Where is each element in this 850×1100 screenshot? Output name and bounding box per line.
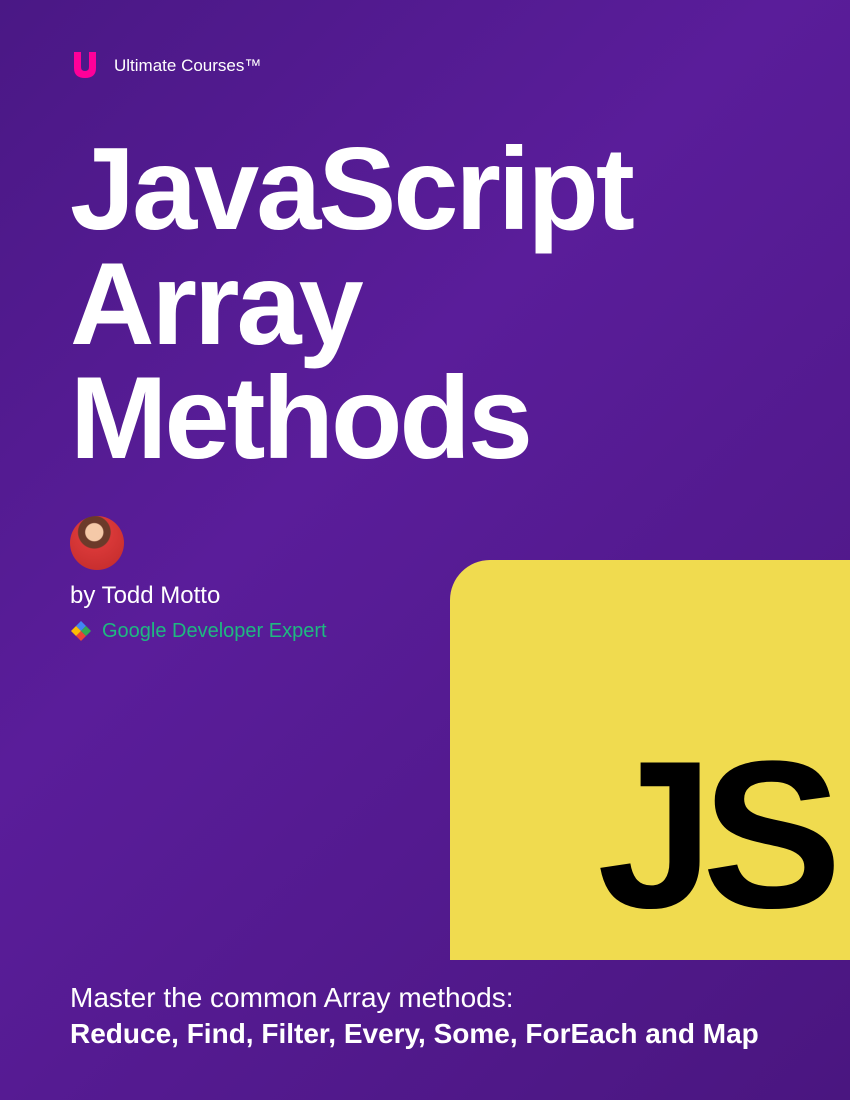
brand-text: Ultimate Courses™ [114,56,261,76]
title-line-3: Methods [70,352,530,483]
page-title: JavaScript Array Methods [0,82,850,476]
brand-logo-icon [70,50,100,82]
title-line-2: Array [70,238,361,369]
author-avatar [70,516,124,570]
footer-intro: Master the common Array methods: [70,982,780,1014]
footer: Master the common Array methods: Reduce,… [0,952,850,1100]
title-line-1: JavaScript [70,123,632,254]
expert-badge-text: Google Developer Expert [102,620,327,643]
js-logo-text: JS [597,730,830,940]
gde-icon [70,620,92,642]
js-logo-badge: JS [450,560,850,960]
footer-methods: Reduce, Find, Filter, Every, Some, ForEa… [70,1018,780,1050]
header: Ultimate Courses™ [0,0,850,82]
